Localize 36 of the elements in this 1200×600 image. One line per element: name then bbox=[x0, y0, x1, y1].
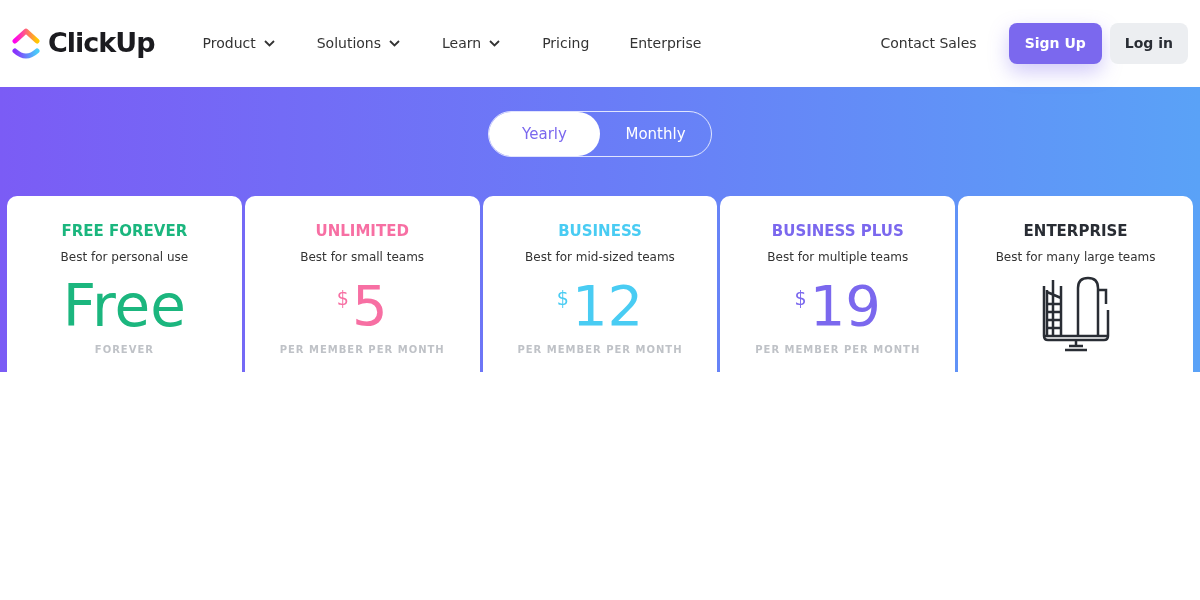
caret-icon bbox=[489, 40, 501, 47]
billing-period: PER MEMBER PER MONTH bbox=[754, 342, 922, 357]
price-text: Free bbox=[62, 275, 186, 336]
billing-period: PER MEMBER PER MONTH bbox=[516, 342, 684, 357]
caret-icon bbox=[263, 40, 275, 47]
currency-sign: $ bbox=[794, 285, 807, 311]
logo-icon[interactable] bbox=[12, 26, 40, 61]
log-in-button[interactable]: Log in bbox=[1109, 23, 1188, 64]
plan-tagline: Best for many large teams bbox=[994, 248, 1157, 266]
nav-link[interactable]: Enterprise bbox=[629, 33, 702, 54]
price-amount: 19 bbox=[809, 275, 881, 336]
plan-name: ENTERPRISE bbox=[1022, 221, 1129, 242]
billing-tab[interactable]: Monthly bbox=[600, 112, 711, 156]
nav-link[interactable]: Solutions bbox=[316, 33, 401, 54]
billing-period: FOREVER bbox=[93, 342, 155, 357]
billing-period: PER MEMBER PER MONTH bbox=[278, 342, 446, 357]
logo-text[interactable]: ClickUp bbox=[48, 23, 155, 64]
plan-name: BUSINESS bbox=[557, 221, 643, 242]
billing-tab[interactable]: Yearly bbox=[489, 112, 600, 156]
plan-tagline: Best for small teams bbox=[299, 248, 426, 266]
nav-link[interactable]: Learn bbox=[442, 33, 501, 54]
nav-link[interactable]: Pricing bbox=[542, 33, 590, 54]
nav-link[interactable]: Product bbox=[202, 33, 275, 54]
plan-name: BUSINESS PLUS bbox=[770, 221, 905, 242]
plan-name: UNLIMITED bbox=[314, 221, 410, 242]
price-amount: 12 bbox=[571, 275, 644, 336]
plan-tagline: Best for personal use bbox=[59, 248, 190, 266]
price-amount: 5 bbox=[351, 275, 388, 336]
currency-sign: $ bbox=[336, 285, 349, 311]
contact-sales-link[interactable]: Contact Sales bbox=[880, 33, 977, 54]
sign-up-button[interactable]: Sign Up bbox=[1008, 23, 1102, 64]
caret-icon bbox=[389, 40, 401, 47]
currency-sign: $ bbox=[556, 285, 569, 311]
plan-name: FREE FOREVER bbox=[60, 221, 189, 242]
plan-tagline: Best for mid-sized teams bbox=[524, 248, 676, 266]
plan-tagline: Best for multiple teams bbox=[766, 248, 910, 266]
